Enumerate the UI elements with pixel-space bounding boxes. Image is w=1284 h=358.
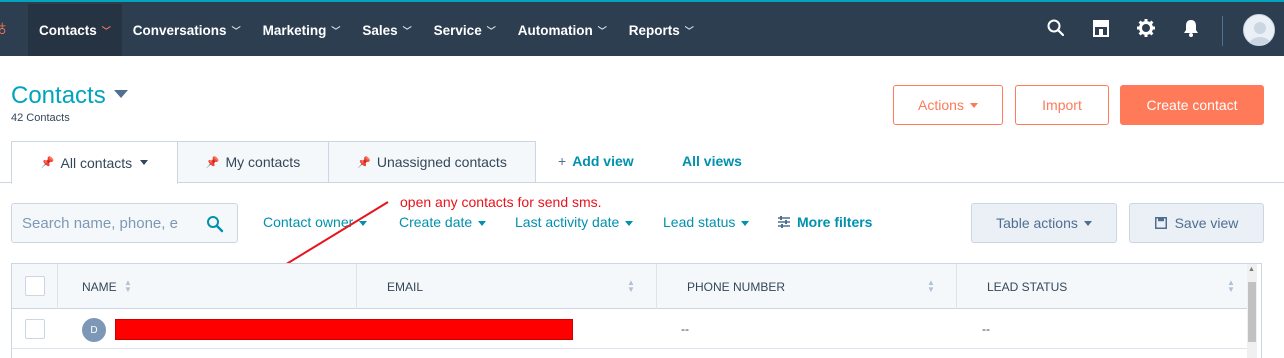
contacts-table: NAME ▲ ▼ EMAIL ▲ ▼ PHONE NUMBER ▲ ▼ LEAD ST… (11, 263, 1262, 358)
column-header-lead-status[interactable]: LEAD STATUS ▲ ▼ (957, 264, 1248, 309)
phone-cell: -- (982, 322, 990, 336)
redacted-contact-name[interactable] (115, 319, 573, 340)
table-header: NAME ▲ ▼ EMAIL ▲ ▼ PHONE NUMBER ▲ ▼ LEAD ST… (12, 264, 1248, 309)
scroll-up-icon[interactable]: ▲ (1248, 266, 1255, 273)
select-all-checkbox[interactable] (25, 276, 45, 296)
sort-icon: ▲ ▼ (1227, 278, 1235, 294)
table-row[interactable]: D (12, 309, 1248, 349)
email-cell: -- (681, 322, 689, 336)
column-label: PHONE NUMBER (687, 279, 786, 294)
column-header-email[interactable]: EMAIL ▲ ▼ (357, 264, 657, 309)
column-header-name[interactable]: NAME ▲ ▼ (58, 264, 357, 309)
column-header-phone[interactable]: PHONE NUMBER ▲ ▼ (657, 264, 957, 309)
contact-avatar[interactable]: D (82, 318, 106, 342)
select-all-cell (12, 264, 58, 309)
column-label: LEAD STATUS (987, 279, 1068, 294)
scrollbar-thumb[interactable] (1248, 282, 1256, 342)
row-checkbox[interactable] (25, 319, 45, 339)
sort-icon: ▲ ▼ (124, 278, 132, 294)
sort-icon: ▲ ▼ (927, 278, 935, 294)
column-label: EMAIL (387, 279, 424, 294)
sort-icon: ▲ ▼ (627, 278, 635, 294)
column-label: NAME (82, 279, 117, 294)
